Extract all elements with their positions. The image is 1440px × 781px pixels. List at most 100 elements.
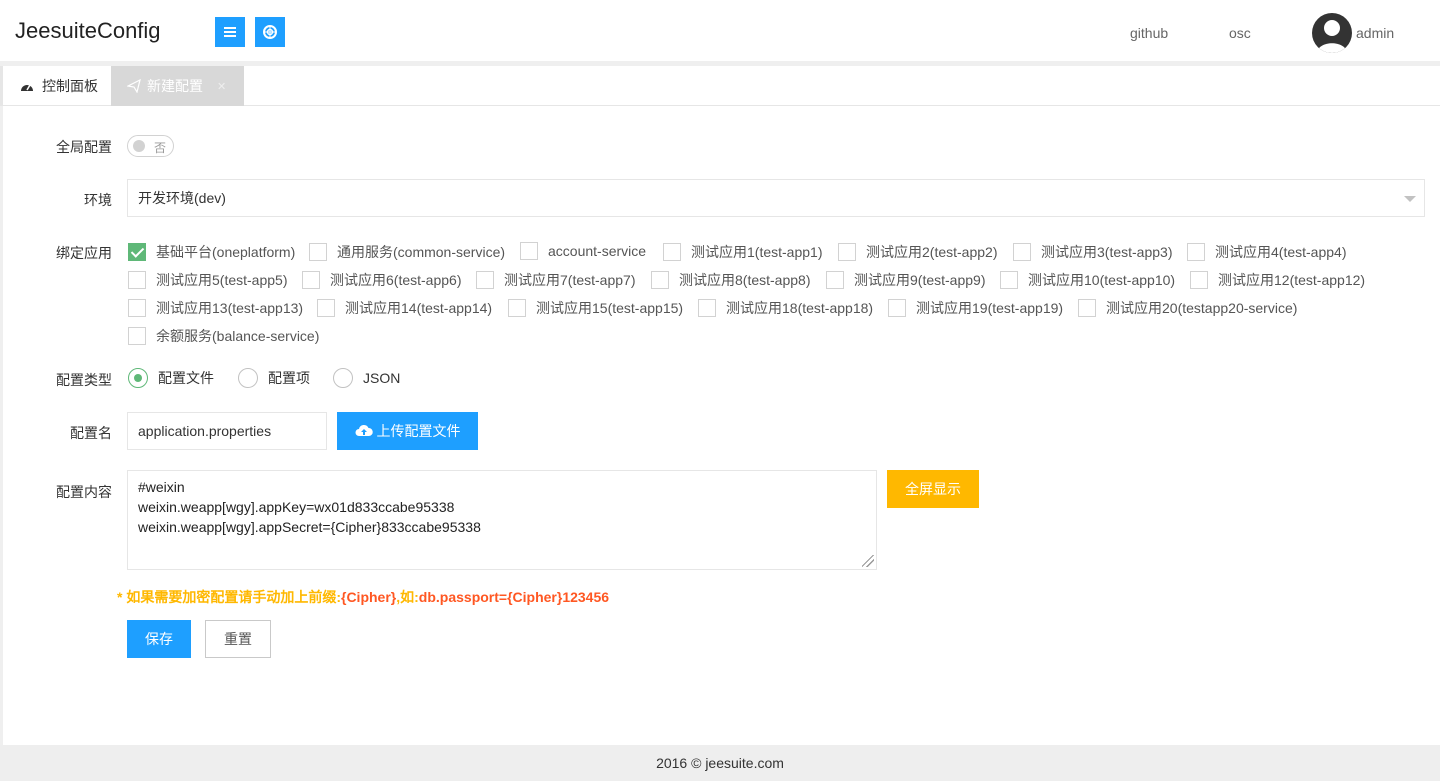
app-checkbox-label: 测试应用19(test-app19) <box>916 300 1064 316</box>
app-checkbox[interactable]: 测试应用6(test-app6) <box>302 270 461 290</box>
app-checkbox-label: 测试应用12(test-app12) <box>1218 272 1366 288</box>
brand-logo[interactable]: JeesuiteConfig <box>15 18 161 44</box>
app-checkbox[interactable]: 测试应用1(test-app1) <box>663 242 822 262</box>
app-checkbox-label: 测试应用10(test-app10) <box>1028 272 1176 288</box>
checkbox-unchecked-icon <box>698 299 716 317</box>
checkbox-unchecked-icon <box>651 271 669 289</box>
upload-button-label: 上传配置文件 <box>376 423 461 439</box>
checkbox-unchecked-icon <box>520 242 538 260</box>
app-checkbox[interactable]: 测试应用3(test-app3) <box>1013 242 1172 262</box>
config-content-label: 配置内容 <box>56 484 112 500</box>
app-checkbox-label: 测试应用18(test-app18) <box>726 300 874 316</box>
checkbox-unchecked-icon <box>1190 271 1208 289</box>
checkbox-unchecked-icon <box>317 299 335 317</box>
tab-new-config-label: 新建配置 <box>147 78 203 94</box>
tip-example: db.passport={Cipher}123456 <box>418 589 610 605</box>
reset-button[interactable]: 重置 <box>205 620 271 658</box>
app-checkbox-label: 测试应用5(test-app5) <box>156 272 288 288</box>
type-radio-json[interactable]: JSON <box>333 368 400 388</box>
chevron-down-icon <box>1404 196 1416 202</box>
checkbox-unchecked-icon <box>838 243 856 261</box>
app-checkbox-label: 基础平台(oneplatform) <box>156 244 296 260</box>
app-checkbox[interactable]: 通用服务(common-service) <box>309 242 505 262</box>
config-name-label: 配置名 <box>70 425 112 441</box>
app-checkbox-label: 测试应用1(test-app1) <box>691 244 823 260</box>
app-checkbox[interactable]: 基础平台(oneplatform) <box>128 242 295 262</box>
menu-toggle-button[interactable] <box>215 17 245 47</box>
global-config-label: 全局配置 <box>56 139 112 155</box>
app-checkbox-label: 测试应用13(test-app13) <box>156 300 304 316</box>
app-checkbox[interactable]: 测试应用8(test-app8) <box>651 270 810 290</box>
app-checkbox-label: account-service <box>548 243 647 259</box>
app-checkbox-label: 测试应用20(testapp20-service) <box>1106 300 1298 316</box>
toggle-knob <box>133 140 145 152</box>
app-checkbox[interactable]: 测试应用4(test-app4) <box>1187 242 1346 262</box>
checkbox-unchecked-icon <box>1013 243 1031 261</box>
checkbox-unchecked-icon <box>508 299 526 317</box>
app-checkbox-label: 测试应用9(test-app9) <box>854 272 986 288</box>
checkbox-checked-icon <box>128 243 146 261</box>
footer: 2016 © jeesuite.com <box>0 745 1440 781</box>
fullscreen-button[interactable]: 全屏显示 <box>887 470 979 508</box>
toggle-text: 否 <box>154 141 167 155</box>
checkbox-unchecked-icon <box>302 271 320 289</box>
save-button[interactable]: 保存 <box>127 620 191 658</box>
help-button[interactable] <box>255 17 285 47</box>
app-checkbox[interactable]: account-service <box>520 242 646 260</box>
user-name[interactable]: admin <box>1356 25 1394 41</box>
checkbox-unchecked-icon <box>476 271 494 289</box>
checkbox-unchecked-icon <box>1078 299 1096 317</box>
config-name-input[interactable]: application.properties <box>127 412 327 450</box>
app-checkbox-label: 测试应用8(test-app8) <box>679 272 811 288</box>
type-radio-json-label: JSON <box>363 370 401 386</box>
github-link[interactable]: github <box>1130 25 1168 41</box>
app-checkbox-label: 测试应用15(test-app15) <box>536 300 684 316</box>
user-icon <box>1317 20 1347 53</box>
app-checkbox[interactable]: 测试应用18(test-app18) <box>698 298 873 318</box>
app-checkbox[interactable]: 测试应用10(test-app10) <box>1000 270 1175 290</box>
tip-prefix: * 如果需要加密配置请手动加上前缀: <box>117 589 341 605</box>
type-radio-file[interactable]: 配置文件 <box>128 368 214 388</box>
config-type-label: 配置类型 <box>56 372 112 388</box>
app-checkbox[interactable]: 测试应用15(test-app15) <box>508 298 683 318</box>
checkbox-unchecked-icon <box>128 299 146 317</box>
app-checkbox-label: 测试应用3(test-app3) <box>1041 244 1173 260</box>
app-checkbox[interactable]: 测试应用14(test-app14) <box>317 298 492 318</box>
env-select-value: 开发环境(dev) <box>138 190 226 206</box>
tab-dashboard[interactable]: 控制面板 <box>0 66 111 106</box>
config-content-textarea[interactable]: #weixin weixin.weapp[wgy].appKey=wx01d83… <box>127 470 877 570</box>
app-checkbox[interactable]: 测试应用9(test-app9) <box>826 270 985 290</box>
checkbox-unchecked-icon <box>1000 271 1018 289</box>
avatar[interactable] <box>1312 13 1352 53</box>
env-select[interactable]: 开发环境(dev) <box>127 179 1425 217</box>
resize-grip-icon[interactable] <box>862 555 874 567</box>
global-config-toggle[interactable]: 否 <box>127 135 174 157</box>
app-checkbox[interactable]: 测试应用7(test-app7) <box>476 270 635 290</box>
osc-link[interactable]: osc <box>1229 25 1251 41</box>
app-checkbox[interactable]: 测试应用19(test-app19) <box>888 298 1063 318</box>
checkbox-unchecked-icon <box>309 243 327 261</box>
checkbox-unchecked-icon <box>826 271 844 289</box>
app-checkbox[interactable]: 测试应用20(testapp20-service) <box>1078 298 1297 318</box>
app-checkbox[interactable]: 测试应用13(test-app13) <box>128 298 303 318</box>
app-checkbox[interactable]: 测试应用12(test-app12) <box>1190 270 1365 290</box>
app-checkbox[interactable]: 测试应用2(test-app2) <box>838 242 997 262</box>
close-icon[interactable]: ✕ <box>217 80 226 93</box>
checkbox-unchecked-icon <box>128 271 146 289</box>
app-checkbox[interactable]: 测试应用5(test-app5) <box>128 270 287 290</box>
tab-new-config[interactable]: 新建配置 ✕ <box>111 66 244 106</box>
app-checkbox-label: 测试应用4(test-app4) <box>1215 244 1347 260</box>
type-radio-item[interactable]: 配置项 <box>238 368 310 388</box>
tab-dashboard-label: 控制面板 <box>42 78 98 94</box>
app-checkbox-label: 测试应用7(test-app7) <box>504 272 636 288</box>
content-line: weixin.weapp[wgy].appSecret={Cipher}833c… <box>138 519 481 535</box>
hamburger-icon <box>224 27 236 37</box>
app-checkbox[interactable]: 余额服务(balance-service) <box>128 326 319 346</box>
upload-button[interactable]: 上传配置文件 <box>337 412 478 450</box>
checkbox-unchecked-icon <box>888 299 906 317</box>
app-checkbox-label: 通用服务(common-service) <box>337 244 506 260</box>
top-header: JeesuiteConfig github osc admin <box>0 0 1440 61</box>
app-checkbox-label: 测试应用6(test-app6) <box>330 272 462 288</box>
dashboard-icon <box>21 84 33 91</box>
encryption-tip: * 如果需要加密配置请手动加上前缀:{Cipher},如:db.passport… <box>117 587 609 607</box>
